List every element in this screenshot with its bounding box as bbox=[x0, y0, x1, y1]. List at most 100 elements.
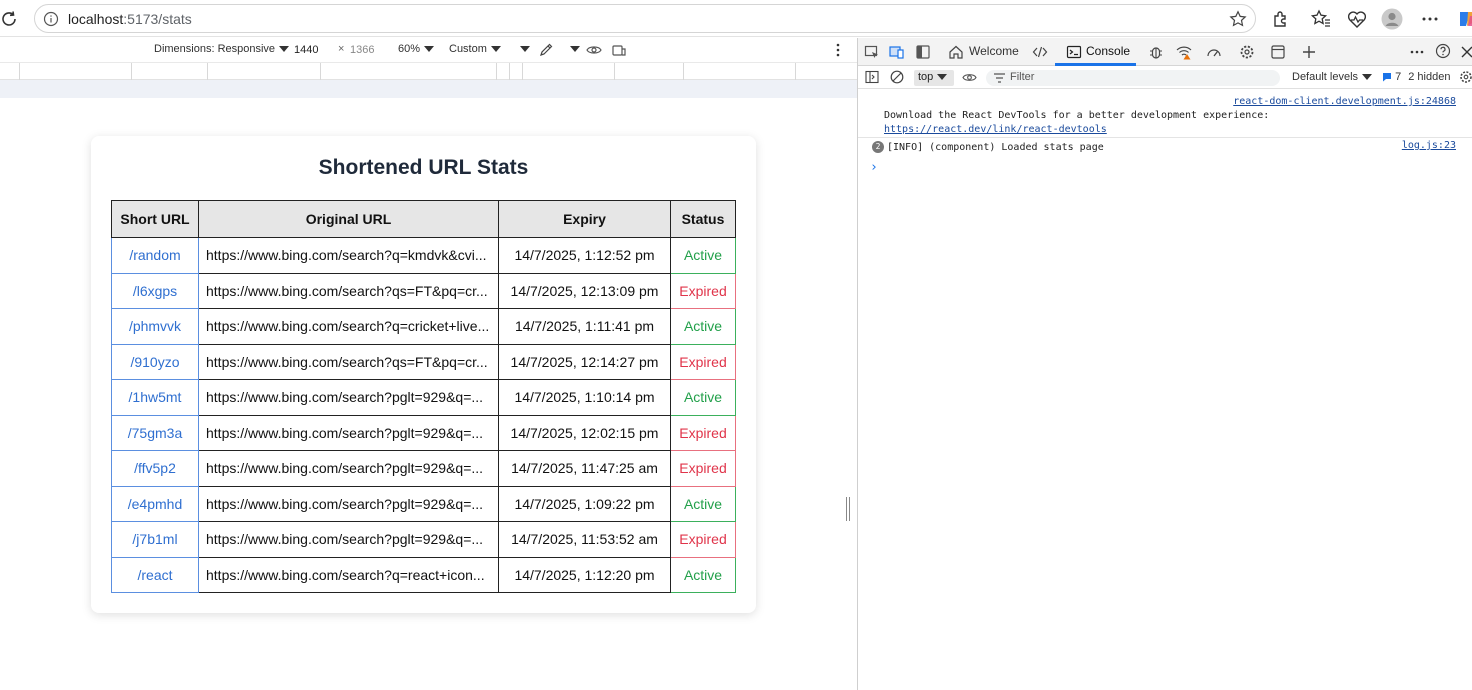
more-tools-icon[interactable] bbox=[1409, 44, 1425, 60]
extensions-icon[interactable] bbox=[1270, 8, 1292, 30]
home-icon[interactable] bbox=[948, 44, 964, 60]
short-url-link[interactable]: /75gm3a bbox=[111, 414, 199, 451]
react-devtools-link[interactable]: https://react.dev/link/react-devtools bbox=[884, 124, 1107, 135]
width-input[interactable] bbox=[291, 41, 333, 59]
rotate-dropdown[interactable] bbox=[566, 43, 580, 55]
site-info-icon[interactable] bbox=[43, 11, 59, 27]
original-url-cell: https://www.bing.com/search?pglt=929&q=.… bbox=[198, 450, 499, 487]
status-cell: Active bbox=[670, 308, 736, 345]
console-prompt[interactable]: › bbox=[870, 160, 878, 175]
more-vertical-icon[interactable] bbox=[832, 42, 844, 58]
height-input[interactable] bbox=[347, 41, 389, 59]
repeat-count-badge: 2 bbox=[872, 141, 884, 153]
help-icon[interactable] bbox=[1435, 43, 1451, 59]
eye-icon[interactable] bbox=[586, 43, 602, 57]
context-selector[interactable]: top bbox=[914, 70, 954, 86]
live-expression-eye-icon[interactable] bbox=[962, 71, 977, 84]
zoom-label: 60% bbox=[398, 43, 421, 55]
chevron-down-icon bbox=[424, 46, 435, 53]
short-url-link[interactable]: /1hw5mt bbox=[111, 379, 199, 416]
zoom-dropdown[interactable]: 60% bbox=[398, 43, 435, 55]
console-settings-icon[interactable] bbox=[1459, 70, 1472, 84]
context-label: top bbox=[918, 71, 934, 83]
column-header-original-url: Original URL bbox=[198, 200, 499, 238]
device-rotate-icon[interactable] bbox=[611, 42, 627, 58]
chevron-down-icon bbox=[570, 46, 580, 53]
filter-placeholder: Filter bbox=[1010, 71, 1035, 83]
table-row: /l6xgps https://www.bing.com/search?qs=FT… bbox=[111, 272, 736, 309]
short-url-link[interactable]: /e4pmhd bbox=[111, 485, 199, 522]
device-toolbar: Dimensions: Responsive × 60% Custom bbox=[0, 38, 857, 62]
original-url-cell: https://www.bing.com/search?pglt=929&q=.… bbox=[198, 414, 499, 451]
expiry-cell: 14/7/2025, 1:10:14 pm bbox=[498, 379, 671, 416]
address-bar[interactable]: localhost:5173/stats bbox=[34, 4, 1256, 33]
table-row: /react https://www.bing.com/search?q=reac… bbox=[111, 556, 736, 593]
performance-icon[interactable] bbox=[1206, 44, 1222, 60]
short-url-link[interactable]: /ffv5p2 bbox=[111, 450, 199, 487]
original-url-cell: https://www.bing.com/search?pglt=929&q=.… bbox=[198, 379, 499, 416]
settings-gear-icon[interactable] bbox=[1239, 44, 1255, 60]
tab-welcome[interactable]: Welcome bbox=[969, 44, 1019, 58]
more-options-icon[interactable] bbox=[1419, 8, 1441, 30]
chevron-down-icon bbox=[490, 46, 501, 53]
save-data-dropdown[interactable] bbox=[516, 43, 530, 55]
pixel-ruler bbox=[0, 80, 857, 98]
close-icon[interactable] bbox=[1459, 44, 1472, 60]
inspect-element-icon[interactable] bbox=[864, 44, 880, 60]
dock-side-icon[interactable] bbox=[915, 44, 931, 60]
expiry-cell: 14/7/2025, 1:12:20 pm bbox=[498, 556, 671, 593]
message-source-link[interactable]: log.js:23 bbox=[1402, 140, 1456, 151]
profile-avatar-icon[interactable] bbox=[1381, 8, 1403, 30]
expiry-cell: 14/7/2025, 12:13:09 pm bbox=[498, 272, 671, 309]
issues-counter[interactable]: 7 2 hidden bbox=[1382, 71, 1450, 83]
short-url-link[interactable]: /l6xgps bbox=[111, 272, 199, 309]
console-icon[interactable] bbox=[1066, 44, 1082, 60]
url-text[interactable]: localhost:5173/stats bbox=[68, 11, 192, 27]
throttle-dropdown[interactable]: Custom bbox=[449, 43, 501, 55]
original-url-cell: https://www.bing.com/search?q=react+icon… bbox=[198, 556, 499, 593]
status-cell: Active bbox=[670, 237, 736, 274]
sidebar-toggle-icon[interactable] bbox=[865, 70, 879, 84]
stats-table: Short URL Original URL Expiry Status /ra… bbox=[111, 200, 736, 593]
network-warning-icon[interactable] bbox=[1176, 44, 1192, 60]
log-levels-dropdown[interactable]: Default levels bbox=[1292, 71, 1373, 83]
favorites-icon[interactable] bbox=[1310, 8, 1332, 30]
message-source-link[interactable]: react-dom-client.development.js:24868 bbox=[1233, 96, 1456, 107]
original-url-cell: https://www.bing.com/search?q=kmdvk&cvi.… bbox=[198, 237, 499, 274]
resize-handle[interactable] bbox=[846, 497, 850, 521]
bug-icon[interactable] bbox=[1148, 44, 1164, 60]
expiry-cell: 14/7/2025, 11:47:25 am bbox=[498, 450, 671, 487]
copilot-icon[interactable] bbox=[1456, 8, 1472, 30]
elements-code-icon[interactable] bbox=[1032, 44, 1048, 60]
expiry-cell: 14/7/2025, 11:53:52 am bbox=[498, 521, 671, 558]
chevron-down-icon bbox=[520, 46, 530, 53]
short-url-link[interactable]: /phmvvk bbox=[111, 308, 199, 345]
short-url-link[interactable]: /j7b1ml bbox=[111, 521, 199, 558]
browser-essentials-icon[interactable] bbox=[1346, 8, 1368, 30]
console-filter-input[interactable]: Filter bbox=[986, 70, 1280, 86]
original-url-cell: https://www.bing.com/search?pglt=929&q=.… bbox=[198, 485, 499, 522]
message-text: Download the React DevTools for a better… bbox=[884, 110, 1270, 121]
short-url-link[interactable]: /random bbox=[111, 237, 199, 274]
clear-console-icon[interactable] bbox=[890, 70, 904, 84]
media-query-ruler[interactable] bbox=[0, 62, 857, 80]
add-tab-icon[interactable] bbox=[1301, 44, 1317, 60]
url-host: localhost bbox=[68, 11, 124, 27]
status-cell: Expired bbox=[670, 521, 736, 558]
status-cell: Active bbox=[670, 379, 736, 416]
favorite-star-icon[interactable] bbox=[1229, 10, 1247, 28]
device-emulation-icon[interactable] bbox=[889, 44, 905, 60]
chevron-down-icon bbox=[937, 74, 948, 81]
tab-console[interactable]: Console bbox=[1086, 44, 1130, 58]
short-url-link[interactable]: /910yzo bbox=[111, 343, 199, 380]
table-row: /75gm3a https://www.bing.com/search?pglt=… bbox=[111, 414, 736, 451]
devtools-panel: Welcome Console top Filter Default level… bbox=[858, 38, 1472, 690]
short-url-link[interactable]: /react bbox=[111, 556, 199, 593]
application-panel-icon[interactable] bbox=[1270, 44, 1286, 60]
url-path: :5173/stats bbox=[123, 11, 192, 27]
dimensions-dropdown[interactable]: Dimensions: Responsive bbox=[154, 43, 290, 55]
eyedropper-icon[interactable] bbox=[538, 42, 554, 58]
hidden-count: 2 hidden bbox=[1408, 71, 1451, 83]
filter-icon bbox=[994, 73, 1005, 83]
reload-icon[interactable] bbox=[0, 9, 20, 29]
